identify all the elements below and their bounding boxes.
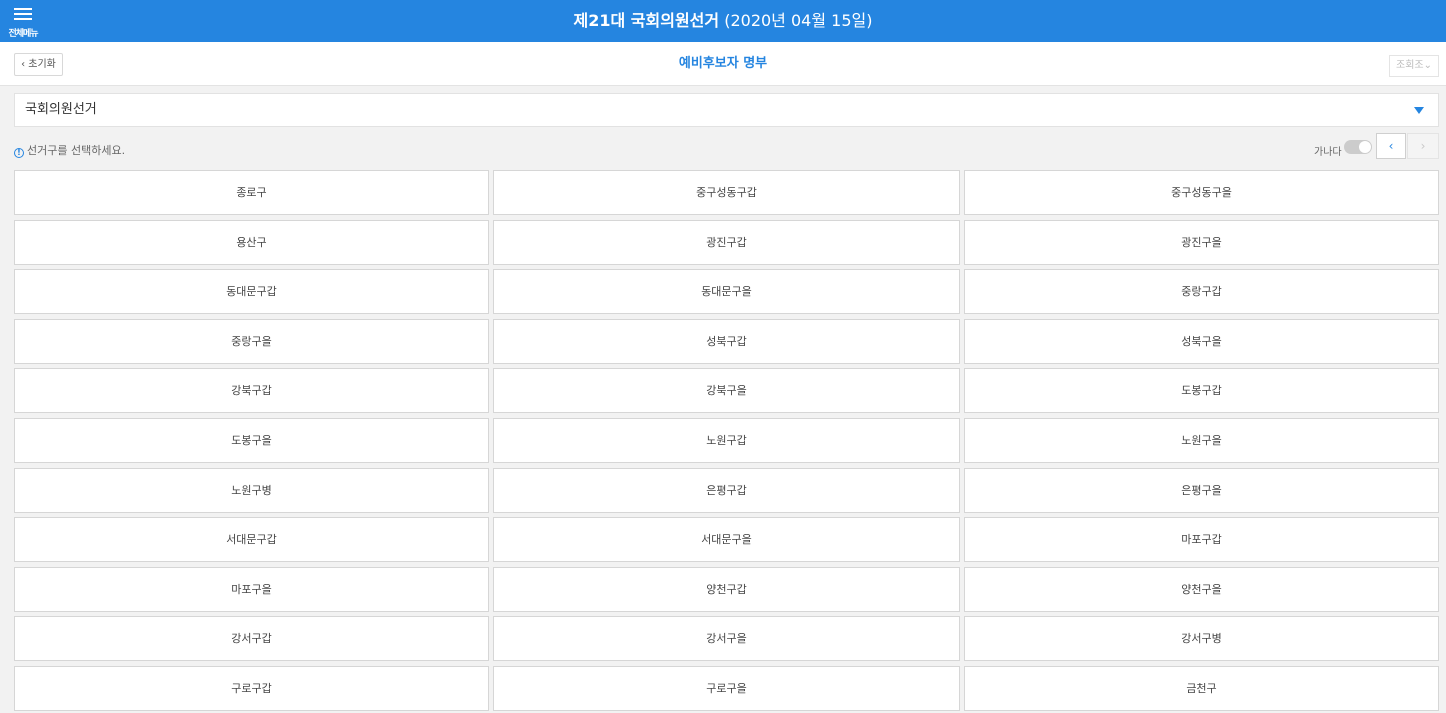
lookup-dropdown-button[interactable]: 조회조⌄ [1389, 55, 1439, 77]
district-button[interactable]: 종로구 [14, 170, 489, 215]
sort-alphabetical-label: 가나다 [1314, 147, 1342, 158]
dropdown-caret-icon [1414, 107, 1424, 114]
top-header-bar: 전체메뉴 제21대 국회의원선거 (2020년 04월 15일) [0, 0, 1446, 42]
district-button[interactable]: 양천구갑 [493, 566, 960, 612]
district-button[interactable]: 서대문구을 [493, 517, 960, 563]
select-district-text: 선거구를 선택하세요. [27, 144, 126, 157]
toggle-knob [1359, 141, 1371, 153]
district-button[interactable]: 금천구 [964, 666, 1439, 711]
district-button[interactable]: 성북구갑 [493, 318, 960, 364]
district-button[interactable]: 광진구갑 [493, 219, 960, 265]
district-button[interactable]: 구로구을 [493, 666, 960, 711]
reset-button[interactable]: ‹ 초기화 [14, 53, 63, 76]
district-button[interactable]: 도봉구갑 [964, 368, 1439, 414]
district-button[interactable]: 용산구 [14, 219, 489, 265]
district-button[interactable]: 강북구갑 [14, 368, 489, 414]
district-button[interactable]: 중랑구을 [14, 318, 489, 364]
district-button[interactable]: 은평구을 [964, 467, 1439, 513]
district-button[interactable]: 도봉구을 [14, 418, 489, 463]
district-button[interactable]: 서대문구갑 [14, 517, 489, 563]
election-title-date: (2020년 04월 15일) [724, 11, 873, 30]
full-menu-button[interactable]: 전체메뉴 [0, 0, 48, 42]
hamburger-icon [14, 8, 32, 20]
sub-header-bar: ‹ 초기화 예비후보자 명부 조회조⌄ [0, 42, 1446, 86]
info-row: ! 선거구를 선택하세요. 가나다 ‹ › [14, 133, 1439, 163]
district-button[interactable]: 마포구을 [14, 566, 489, 612]
district-button[interactable]: 동대문구갑 [14, 269, 489, 315]
next-page-button[interactable]: › [1407, 133, 1439, 159]
election-title: 제21대 국회의원선거 (2020년 04월 15일) [0, 0, 1446, 42]
full-menu-label: 전체메뉴 [8, 29, 38, 39]
district-button[interactable]: 강서구을 [493, 616, 960, 662]
district-button[interactable]: 중랑구갑 [964, 269, 1439, 315]
district-button[interactable]: 강서구갑 [14, 616, 489, 662]
chevron-left-icon: ‹ [21, 59, 26, 70]
district-button[interactable]: 양천구을 [964, 566, 1439, 612]
reset-button-label: 초기화 [28, 59, 56, 70]
district-button[interactable]: 광진구을 [964, 219, 1439, 265]
district-button[interactable]: 중구성동구갑 [493, 170, 960, 215]
page-title: 예비후보자 명부 [678, 56, 768, 71]
district-button[interactable]: 노원구갑 [493, 418, 960, 463]
district-button[interactable]: 강북구을 [493, 368, 960, 414]
info-icon: ! [14, 148, 24, 158]
district-button[interactable]: 동대문구을 [493, 269, 960, 315]
district-button[interactable]: 중구성동구을 [964, 170, 1439, 215]
election-title-name: 제21대 국회의원선거 [573, 11, 720, 30]
district-button[interactable]: 강서구병 [964, 616, 1439, 662]
district-button[interactable]: 은평구갑 [493, 467, 960, 513]
election-type-select[interactable]: 국회의원선거 [14, 93, 1439, 127]
select-district-message: ! 선거구를 선택하세요. [14, 142, 125, 158]
district-button[interactable]: 구로구갑 [14, 666, 489, 711]
chevron-down-icon: ⌄ [1423, 60, 1432, 71]
sort-alphabetical-toggle[interactable] [1344, 140, 1372, 154]
district-button[interactable]: 성북구을 [964, 318, 1439, 364]
district-button[interactable]: 마포구갑 [964, 517, 1439, 563]
election-type-value: 국회의원선거 [25, 102, 97, 117]
prev-page-button[interactable]: ‹ [1376, 133, 1406, 159]
district-button[interactable]: 노원구을 [964, 418, 1439, 463]
district-button[interactable]: 노원구병 [14, 467, 489, 513]
lookup-dropdown-label: 조회조 [1396, 60, 1424, 71]
